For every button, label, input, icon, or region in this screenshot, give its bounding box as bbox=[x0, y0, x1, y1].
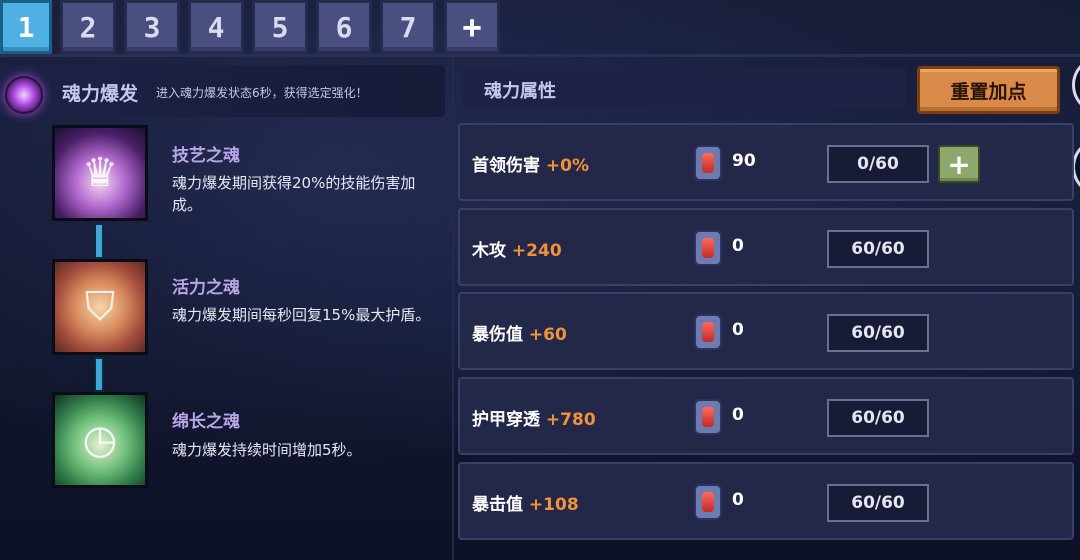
attribute-level: 60/60 bbox=[827, 484, 929, 522]
soul-connector bbox=[94, 357, 104, 392]
attribute-level: 60/60 bbox=[827, 230, 929, 268]
attribute-cost: 0 bbox=[732, 490, 744, 510]
soul-potion-icon bbox=[694, 399, 722, 435]
soul-name: 活力之魂 bbox=[172, 278, 240, 298]
attribute-level: 60/60 bbox=[827, 399, 929, 437]
tab-bar: 1 2 3 4 5 6 7 + bbox=[0, 0, 500, 56]
tab-6[interactable]: 6 bbox=[316, 0, 372, 54]
vitality-soul-icon[interactable]: ⛉ bbox=[52, 259, 148, 355]
add-point-button[interactable]: + bbox=[938, 145, 980, 183]
attribute-bonus: +0% bbox=[545, 156, 590, 176]
tab-2[interactable]: 2 bbox=[60, 0, 116, 54]
soul-name: 技艺之魂 bbox=[172, 146, 240, 166]
tab-4[interactable]: 4 bbox=[188, 0, 244, 54]
attribute-cost: 0 bbox=[732, 405, 744, 425]
attribute-bonus: +240 bbox=[511, 241, 562, 261]
attribute-row: 护甲穿透 +780 0 60/60 bbox=[458, 377, 1074, 455]
attributes-header: 魂力属性 bbox=[462, 68, 906, 108]
soul-name: 绵长之魂 bbox=[172, 412, 240, 432]
burst-title: 魂力爆发 bbox=[62, 83, 139, 105]
attribute-name: 暴伤值 +60 bbox=[472, 325, 567, 345]
tab-5[interactable]: 5 bbox=[252, 0, 308, 54]
soul-description: 魂力爆发持续时间增加5秒。 bbox=[172, 441, 362, 459]
soul-description: 魂力爆发期间每秒回复15%最大护盾。 bbox=[172, 306, 431, 324]
soul-potion-icon bbox=[694, 230, 722, 266]
endurance-soul-icon[interactable]: ◷ bbox=[52, 392, 148, 488]
soul-description: 魂力爆发期间获得20%的技能伤害加成。 bbox=[172, 174, 416, 214]
attribute-row: 木攻 +240 0 60/60 bbox=[458, 208, 1074, 286]
attribute-bonus: +780 bbox=[545, 410, 596, 430]
soul-potion-icon bbox=[694, 314, 722, 350]
burst-description: 进入魂力爆发状态6秒，获得选定强化！ bbox=[156, 86, 368, 100]
soul-potion-icon bbox=[694, 145, 722, 181]
soul-burst-panel: 魂力爆发 进入魂力爆发状态6秒，获得选定强化！ ♛ ⛉ ◷ 技艺之魂 魂力爆发期… bbox=[0, 57, 452, 560]
skill-soul-icon[interactable]: ♛ bbox=[52, 125, 148, 221]
attribute-row: 暴击值 +108 0 60/60 bbox=[458, 462, 1074, 540]
attribute-cost: 90 bbox=[732, 151, 756, 171]
attribute-name: 木攻 +240 bbox=[472, 241, 562, 261]
attribute-level: 60/60 bbox=[827, 314, 929, 352]
panel-divider bbox=[452, 57, 454, 560]
soul-burst-icon bbox=[0, 65, 48, 125]
attributes-title: 魂力属性 bbox=[484, 81, 556, 102]
tab-3[interactable]: 3 bbox=[124, 0, 180, 54]
attribute-name: 护甲穿透 +780 bbox=[472, 410, 596, 430]
tab-1[interactable]: 1 bbox=[0, 0, 52, 54]
soul-potion-icon bbox=[694, 484, 722, 520]
attribute-name: 首领伤害 +0% bbox=[472, 156, 590, 176]
attribute-bonus: +60 bbox=[528, 325, 567, 345]
attribute-bonus: +108 bbox=[528, 495, 579, 515]
attribute-row: 暴伤值 +60 0 60/60 bbox=[458, 292, 1074, 370]
tab-7[interactable]: 7 bbox=[380, 0, 436, 54]
attribute-cost: 0 bbox=[732, 236, 744, 256]
attribute-row: 首领伤害 +0% 90 0/60 + bbox=[458, 123, 1074, 201]
reset-points-button[interactable]: 重置加点 bbox=[917, 66, 1060, 114]
attribute-level: 0/60 bbox=[827, 145, 929, 183]
attribute-cost: 0 bbox=[732, 320, 744, 340]
burst-header: 魂力爆发 进入魂力爆发状态6秒，获得选定强化！ bbox=[0, 65, 445, 117]
soul-connector bbox=[94, 223, 104, 259]
attribute-name: 暴击值 +108 bbox=[472, 495, 579, 515]
add-tab-button[interactable]: + bbox=[444, 0, 500, 54]
